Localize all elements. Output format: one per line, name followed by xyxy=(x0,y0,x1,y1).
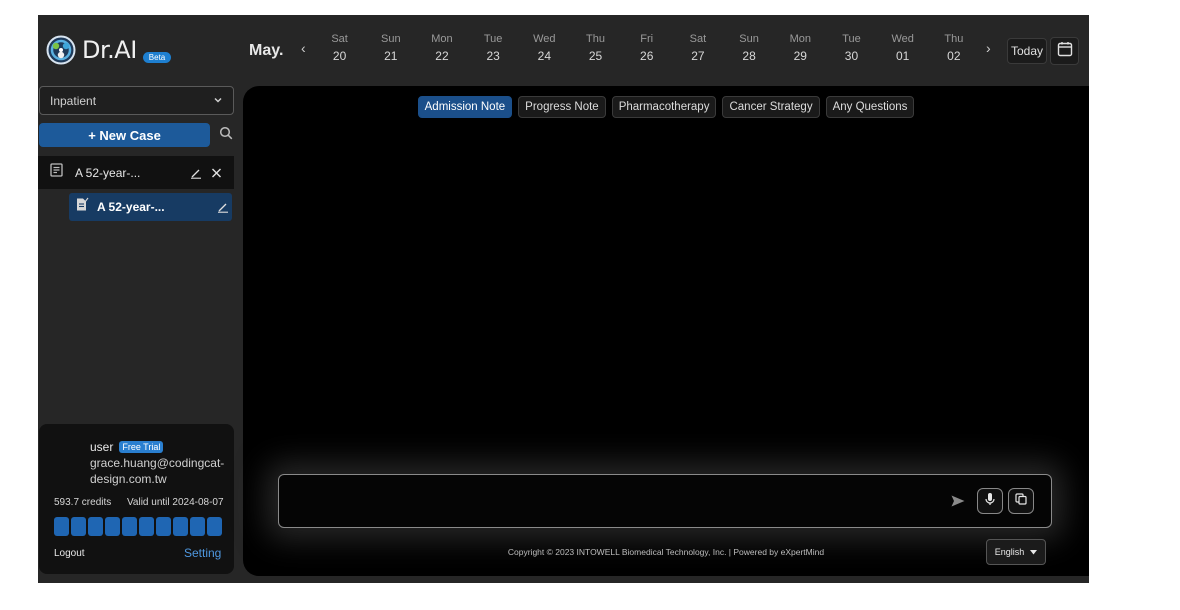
copy-button[interactable] xyxy=(1008,488,1034,514)
calendar-day[interactable]: Wed 24 xyxy=(519,32,570,64)
caret-down-icon xyxy=(1030,547,1038,557)
credit-block xyxy=(71,517,86,536)
case-item[interactable]: A 52-year-... xyxy=(38,156,234,189)
microphone-icon xyxy=(984,492,996,511)
valid-until-text: Valid until 2024-08-07 xyxy=(127,497,224,508)
copyright-footer: Copyright © 2023 INTOWELL Biomedical Tec… xyxy=(507,547,825,557)
calendar-day[interactable]: Sun 21 xyxy=(365,32,416,64)
patient-type-value: Inpatient xyxy=(50,93,97,108)
tab-progress-note[interactable]: Progress Note xyxy=(518,96,606,118)
chat-composer xyxy=(278,474,1052,528)
edit-icon[interactable] xyxy=(190,167,202,179)
new-case-button[interactable]: + New Case xyxy=(39,123,210,147)
chat-input[interactable] xyxy=(289,483,933,521)
case-label: A 52-year-... xyxy=(75,165,141,180)
calendar-day[interactable]: Mon 29 xyxy=(775,32,826,64)
credit-block xyxy=(173,517,188,536)
search-icon xyxy=(219,126,233,145)
search-button[interactable] xyxy=(216,125,236,145)
calendar-button[interactable] xyxy=(1050,37,1079,65)
calendar-day[interactable]: Sat 20 xyxy=(314,32,365,64)
case-icon xyxy=(50,163,63,182)
logo-icon xyxy=(46,35,76,65)
today-button[interactable]: Today xyxy=(1007,38,1047,64)
edit-icon[interactable] xyxy=(217,201,229,213)
logout-link[interactable]: Logout xyxy=(54,548,85,559)
close-icon[interactable] xyxy=(211,167,222,178)
send-icon[interactable] xyxy=(950,493,966,509)
user-line: user Free Trial xyxy=(90,440,164,454)
calendar-day[interactable]: Sun 28 xyxy=(724,32,775,64)
tab-any-questions[interactable]: Any Questions xyxy=(825,96,915,118)
calendar-day[interactable]: Sat 27 xyxy=(672,32,723,64)
calendar-days: Sat 20 Sun 21 Mon 22 Tue 23 Wed 24 Thu 25 Fri 2… xyxy=(314,32,979,64)
user-panel: user Free Trial grace.huang@codingcat-de… xyxy=(39,424,234,574)
calendar-day[interactable]: Fri 26 xyxy=(621,32,672,64)
credit-block xyxy=(190,517,205,536)
microphone-button[interactable] xyxy=(977,488,1003,514)
user-name: user xyxy=(90,440,114,454)
calendar-day[interactable]: Wed 01 xyxy=(877,32,928,64)
case-note-item[interactable]: A 52-year-... xyxy=(69,193,232,221)
credit-block xyxy=(105,517,120,536)
credit-block xyxy=(54,517,69,536)
language-select[interactable]: English xyxy=(986,539,1046,565)
credits-text: 593.7 credits xyxy=(54,497,112,508)
calendar-day[interactable]: Tue 30 xyxy=(826,32,877,64)
beta-badge: Beta xyxy=(142,51,172,63)
credit-block xyxy=(122,517,137,536)
calendar-day[interactable]: Mon 22 xyxy=(416,32,467,64)
main-panel: Admission Note Progress Note Pharmacothe… xyxy=(243,86,1089,576)
chevron-down-icon xyxy=(213,94,223,108)
credit-meter xyxy=(54,517,222,536)
app-window: Dr.AI Beta May. ‹ Sat 20 Sun 21 Mon 22 Tue 2… xyxy=(38,15,1089,583)
brand-name: Dr.AI xyxy=(82,36,137,64)
calendar-month: May. xyxy=(249,42,284,59)
brand: Dr.AI Beta xyxy=(46,35,172,65)
tab-admission-note[interactable]: Admission Note xyxy=(417,96,513,118)
plan-badge: Free Trial xyxy=(119,441,164,453)
setting-link[interactable]: Setting xyxy=(184,546,221,560)
credit-block xyxy=(207,517,222,536)
note-tabs: Admission Note Progress Note Pharmacothe… xyxy=(243,96,1089,118)
language-value: English xyxy=(994,547,1025,557)
chevron-right-icon[interactable]: › xyxy=(986,40,991,56)
calendar-day[interactable]: Tue 23 xyxy=(468,32,519,64)
credit-block xyxy=(88,517,103,536)
tab-pharmacotherapy[interactable]: Pharmacotherapy xyxy=(611,96,717,118)
note-icon xyxy=(75,197,89,217)
calendar-day[interactable]: Thu 02 xyxy=(928,32,979,64)
tab-cancer-strategy[interactable]: Cancer Strategy xyxy=(722,96,820,118)
user-email: grace.huang@codingcat-design.com.tw xyxy=(90,456,225,486)
calendar-day[interactable]: Thu 25 xyxy=(570,32,621,64)
credit-block xyxy=(156,517,171,536)
calendar-icon xyxy=(1057,41,1073,62)
patient-type-select[interactable]: Inpatient xyxy=(39,86,234,115)
copy-icon xyxy=(1015,492,1027,510)
chevron-left-icon[interactable]: ‹ xyxy=(301,40,306,56)
credit-block xyxy=(139,517,154,536)
case-note-label: A 52-year-... xyxy=(97,200,165,214)
